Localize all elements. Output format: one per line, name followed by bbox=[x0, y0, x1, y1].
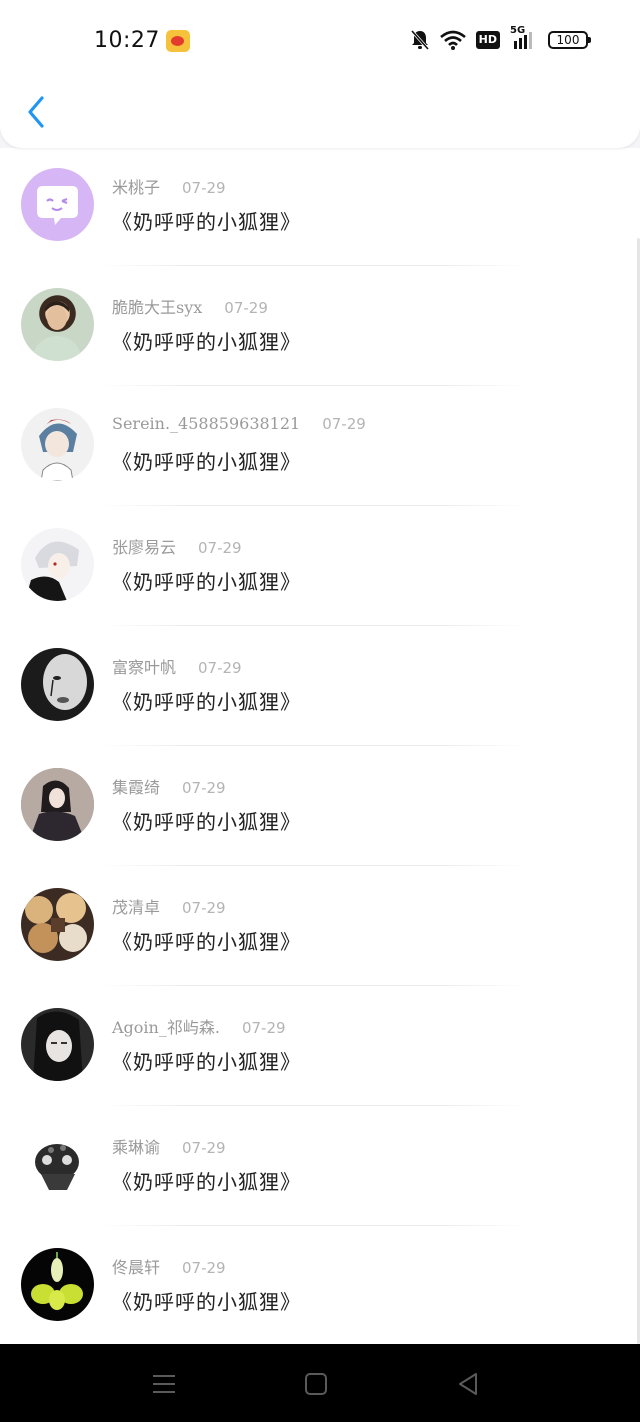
message-list[interactable]: 米桃子 07-29 《奶呼呼的小狐狸》 脆脆大王syx 07-29 《奶呼呼的小… bbox=[0, 148, 640, 1344]
message-date: 07-29 bbox=[198, 659, 242, 677]
message-date: 07-29 bbox=[182, 179, 226, 197]
message-date: 07-29 bbox=[224, 299, 268, 317]
message-meta: 脆脆大王syx 07-29 bbox=[112, 294, 268, 318]
row-divider bbox=[100, 865, 530, 866]
avatar[interactable] bbox=[21, 408, 94, 481]
row-divider bbox=[100, 505, 530, 506]
home-button[interactable] bbox=[298, 1366, 334, 1402]
row-divider bbox=[100, 745, 530, 746]
message-meta: Serein._458859638121 07-29 bbox=[112, 414, 366, 438]
message-meta: 米桃子 07-29 bbox=[112, 174, 226, 198]
back-triangle-icon bbox=[459, 1373, 477, 1395]
message-text[interactable]: 《奶呼呼的小狐狸》 bbox=[112, 806, 301, 835]
message-text[interactable]: 《奶呼呼的小狐狸》 bbox=[112, 446, 301, 475]
row-divider bbox=[100, 985, 530, 986]
row-divider bbox=[100, 1105, 530, 1106]
sender-name[interactable]: 富察叶帆 bbox=[112, 654, 176, 678]
message-date: 07-29 bbox=[182, 779, 226, 797]
battery-indicator: 100 bbox=[548, 31, 591, 49]
status-icons: HD 5G 100 bbox=[410, 25, 591, 52]
message-date: 07-29 bbox=[241, 1019, 286, 1037]
avatar[interactable] bbox=[21, 768, 94, 841]
avatar[interactable] bbox=[21, 648, 94, 721]
message-text[interactable]: 《奶呼呼的小狐狸》 bbox=[112, 566, 301, 595]
status-time: 10:27 bbox=[94, 28, 160, 53]
status-bar: 10:27 HD 5G 100 bbox=[0, 0, 640, 80]
message-meta: Agoin_祁屿森. 07-29 bbox=[112, 1014, 286, 1038]
avatar[interactable] bbox=[21, 1128, 94, 1201]
weibo-notification-icon bbox=[166, 30, 190, 52]
message-meta: 张廖易云 07-29 bbox=[112, 534, 242, 558]
row-divider bbox=[100, 265, 530, 266]
message-row[interactable]: 乘琳谕 07-29 《奶呼呼的小狐狸》 bbox=[0, 1108, 640, 1228]
message-text[interactable]: 《奶呼呼的小狐狸》 bbox=[112, 1286, 301, 1315]
message-text[interactable]: 《奶呼呼的小狐狸》 bbox=[112, 326, 301, 355]
avatar[interactable] bbox=[21, 168, 94, 241]
sender-name[interactable]: 张廖易云 bbox=[112, 534, 176, 558]
message-meta: 集霞绮 07-29 bbox=[112, 774, 226, 798]
signal-icon: 5G bbox=[510, 25, 538, 51]
avatar[interactable] bbox=[21, 888, 94, 961]
message-row[interactable]: Agoin_祁屿森. 07-29 《奶呼呼的小狐狸》 bbox=[0, 988, 640, 1108]
row-divider bbox=[100, 1225, 530, 1226]
message-meta: 茂清卓 07-29 bbox=[112, 894, 226, 918]
message-meta: 佟晨轩 07-29 bbox=[112, 1254, 226, 1278]
message-text[interactable]: 《奶呼呼的小狐狸》 bbox=[112, 1166, 301, 1195]
avatar[interactable] bbox=[21, 1008, 94, 1081]
avatar[interactable] bbox=[21, 1248, 94, 1321]
message-row[interactable]: 佟晨轩 07-29 《奶呼呼的小狐狸》 bbox=[0, 1228, 640, 1344]
message-date: 07-29 bbox=[182, 1259, 226, 1277]
chevron-left-icon bbox=[28, 96, 44, 128]
wifi-icon bbox=[439, 30, 466, 50]
sender-name[interactable]: 脆脆大王syx bbox=[112, 294, 202, 318]
sender-name[interactable]: 乘琳谕 bbox=[112, 1134, 160, 1158]
message-row[interactable]: 米桃子 07-29 《奶呼呼的小狐狸》 bbox=[0, 148, 640, 268]
sender-name[interactable]: 集霞绮 bbox=[112, 774, 160, 798]
system-nav-bar bbox=[0, 1344, 640, 1422]
message-text[interactable]: 《奶呼呼的小狐狸》 bbox=[112, 926, 301, 955]
message-date: 07-29 bbox=[182, 899, 226, 917]
message-row[interactable]: Serein._458859638121 07-29 《奶呼呼的小狐狸》 bbox=[0, 388, 640, 508]
message-text[interactable]: 《奶呼呼的小狐狸》 bbox=[112, 206, 301, 235]
back-nav-button[interactable] bbox=[450, 1366, 486, 1402]
message-date: 07-29 bbox=[182, 1139, 226, 1157]
sender-name[interactable]: 茂清卓 bbox=[112, 894, 160, 918]
message-meta: 富察叶帆 07-29 bbox=[112, 654, 242, 678]
message-row[interactable]: 脆脆大王syx 07-29 《奶呼呼的小狐狸》 bbox=[0, 268, 640, 388]
message-date: 07-29 bbox=[322, 415, 366, 433]
menu-button[interactable] bbox=[146, 1366, 182, 1402]
sender-name[interactable]: Serein._458859638121 bbox=[112, 414, 300, 433]
hd-badge: HD bbox=[475, 31, 500, 49]
message-row[interactable]: 张廖易云 07-29 《奶呼呼的小狐狸》 bbox=[0, 508, 640, 628]
message-row[interactable]: 富察叶帆 07-29 《奶呼呼的小狐狸》 bbox=[0, 628, 640, 748]
message-text[interactable]: 《奶呼呼的小狐狸》 bbox=[112, 1046, 301, 1075]
bell-muted-icon bbox=[410, 29, 430, 51]
avatar[interactable] bbox=[21, 528, 94, 601]
back-button[interactable] bbox=[18, 90, 54, 134]
row-divider bbox=[100, 625, 530, 626]
sender-name[interactable]: 米桃子 bbox=[112, 174, 160, 198]
sender-name[interactable]: Agoin_祁屿森. bbox=[112, 1014, 220, 1038]
message-date: 07-29 bbox=[198, 539, 242, 557]
message-meta: 乘琳谕 07-29 bbox=[112, 1134, 226, 1158]
top-bar: 10:27 HD 5G 100 bbox=[0, 0, 640, 148]
menu-icon bbox=[153, 1375, 175, 1393]
message-text[interactable]: 《奶呼呼的小狐狸》 bbox=[112, 686, 301, 715]
message-row[interactable]: 茂清卓 07-29 《奶呼呼的小狐狸》 bbox=[0, 868, 640, 988]
message-row[interactable]: 集霞绮 07-29 《奶呼呼的小狐狸》 bbox=[0, 748, 640, 868]
avatar[interactable] bbox=[21, 288, 94, 361]
row-divider bbox=[100, 385, 530, 386]
sender-name[interactable]: 佟晨轩 bbox=[112, 1254, 160, 1278]
home-square-icon bbox=[305, 1373, 327, 1395]
